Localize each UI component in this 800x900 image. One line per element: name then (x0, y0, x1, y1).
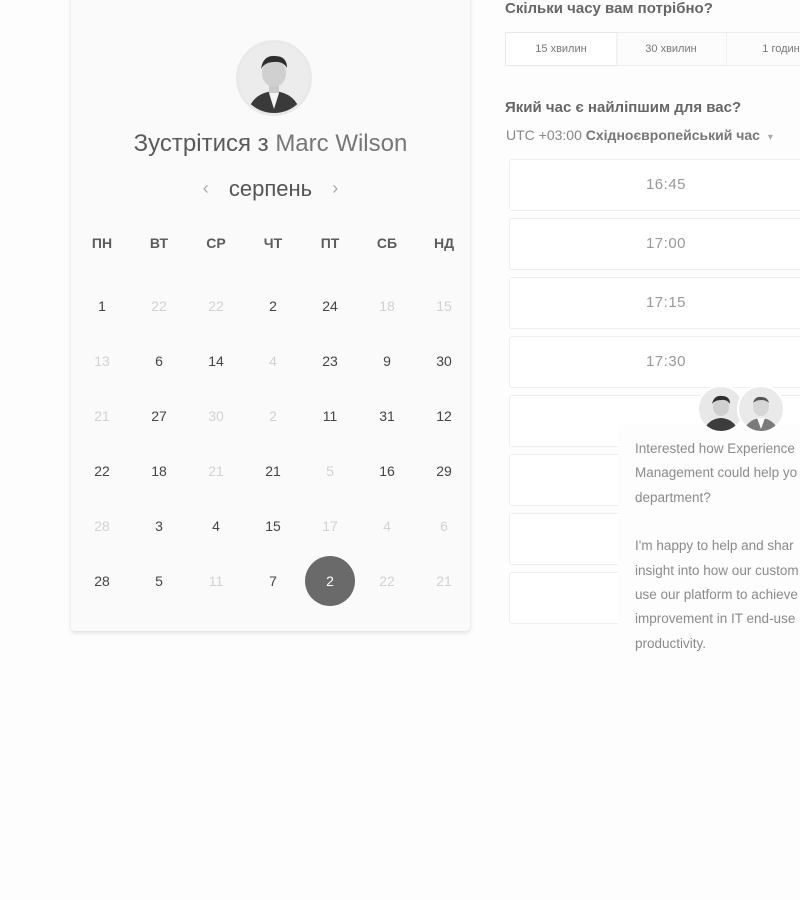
calendar-day[interactable]: 21 (248, 446, 298, 496)
time-question: Який час є найліпшим для вас? (505, 99, 742, 116)
calendar-day: 21 (436, 573, 452, 589)
timezone-selector[interactable]: UTC +03:00 Східноєвропейський час ▾ (506, 127, 773, 143)
calendar-day[interactable]: 9 (362, 336, 412, 386)
duration-option[interactable]: 30 хвилин (616, 33, 727, 65)
calendar-day: 4 (383, 518, 391, 534)
calendar-day[interactable]: 15 (248, 501, 298, 551)
timezone-offset: UTC +03:00 (506, 127, 582, 143)
calendar-day[interactable]: 12 (419, 391, 469, 441)
chat-paragraph-1: Interested how Experience Management coul… (635, 437, 800, 510)
chat-paragraph-2: I'm happy to help and shar insight into h… (635, 534, 800, 656)
time-slot[interactable]: 17:15 (509, 277, 800, 329)
time-slot[interactable]: 17:30 (509, 336, 800, 388)
duration-option[interactable]: 15 хвилин (506, 33, 617, 65)
calendar-day[interactable]: 6 (134, 336, 184, 386)
time-slot-label: 17:00 (645, 235, 687, 252)
calendar-day[interactable]: 5 (134, 556, 184, 606)
calendar-day: 15 (436, 298, 452, 314)
chat-line: department? (635, 489, 711, 505)
calendar-day[interactable]: 14 (191, 336, 241, 386)
calendar-day: 17 (322, 518, 338, 534)
agent-portrait-icon (739, 387, 783, 431)
calendar-day[interactable]: 11 (305, 391, 355, 441)
calendar-day[interactable]: 4 (191, 501, 241, 551)
calendar-day[interactable]: 31 (362, 391, 412, 441)
calendar-day: 21 (208, 463, 224, 479)
calendar-day[interactable]: 1 (77, 281, 127, 331)
chat-line: Interested how Experience (635, 441, 795, 456)
time-slot-label: 16:45 (645, 176, 687, 193)
calendar-day: 4 (269, 353, 277, 369)
calendar-day[interactable]: 29 (419, 446, 469, 496)
calendar-day: 22 (379, 573, 395, 589)
chat-line: improvement in IT end-use (635, 611, 796, 627)
calendar-day[interactable]: 18 (134, 446, 184, 496)
duration-selector: 15 хвилин 30 хвилин 1 годин (505, 32, 800, 66)
calendar-day[interactable]: 3 (134, 501, 184, 551)
calendar-day-selected[interactable]: 2 (305, 556, 355, 606)
calendar-day: 22 (151, 298, 167, 314)
calendar-day: 22 (208, 298, 224, 314)
time-slot[interactable]: 16:45 (509, 159, 800, 211)
chat-agent-avatar-2 (737, 385, 785, 433)
calendar-day: 28 (94, 518, 110, 534)
calendar-day[interactable]: 2 (248, 281, 298, 331)
duration-option[interactable]: 1 годин (726, 33, 800, 65)
calendar-grid: 1 22 22 2 24 18 15 13 6 14 4 23 9 30 21 27 30 2 11 31 12 22 18… (73, 0, 472, 631)
chevron-down-icon: ▾ (767, 132, 773, 143)
calendar-day[interactable]: 24 (305, 281, 355, 331)
calendar-day[interactable]: 30 (419, 336, 469, 386)
calendar-day[interactable]: 16 (362, 446, 412, 496)
calendar-day[interactable]: 7 (248, 556, 298, 606)
chat-line: productivity. (635, 635, 707, 651)
time-slot[interactable]: 17:00 (509, 218, 800, 270)
calendar-day[interactable]: 27 (134, 391, 184, 441)
calendar-card: Зустрітися з Marc Wilson ‹ серпень › ПН В… (71, 0, 470, 631)
calendar-day: 2 (269, 408, 277, 424)
chat-line: insight into how our custom (635, 562, 799, 578)
duration-question: Скільки часу вам потрібно? (505, 0, 713, 17)
time-slot-label: 17:15 (645, 294, 687, 311)
calendar-day[interactable]: 23 (305, 336, 355, 386)
time-slot-label: 17:30 (645, 353, 687, 370)
timezone-name: Східноєвропейський час (585, 127, 760, 143)
calendar-day: 5 (326, 463, 334, 479)
chat-message: Interested how Experience Management coul… (635, 437, 800, 656)
calendar-day: 11 (208, 573, 224, 589)
calendar-day: 21 (94, 408, 110, 424)
chat-line: I'm happy to help and shar (635, 538, 794, 554)
calendar-day: 18 (379, 298, 395, 314)
calendar-day[interactable]: 28 (77, 556, 127, 606)
calendar-day: 6 (440, 518, 448, 534)
calendar-day: 13 (94, 353, 110, 369)
calendar-day: 30 (208, 408, 224, 424)
chat-line: use our platform to achieve (635, 587, 798, 603)
calendar-day[interactable]: 22 (77, 446, 127, 496)
chat-line: Management could help yo (635, 465, 798, 481)
